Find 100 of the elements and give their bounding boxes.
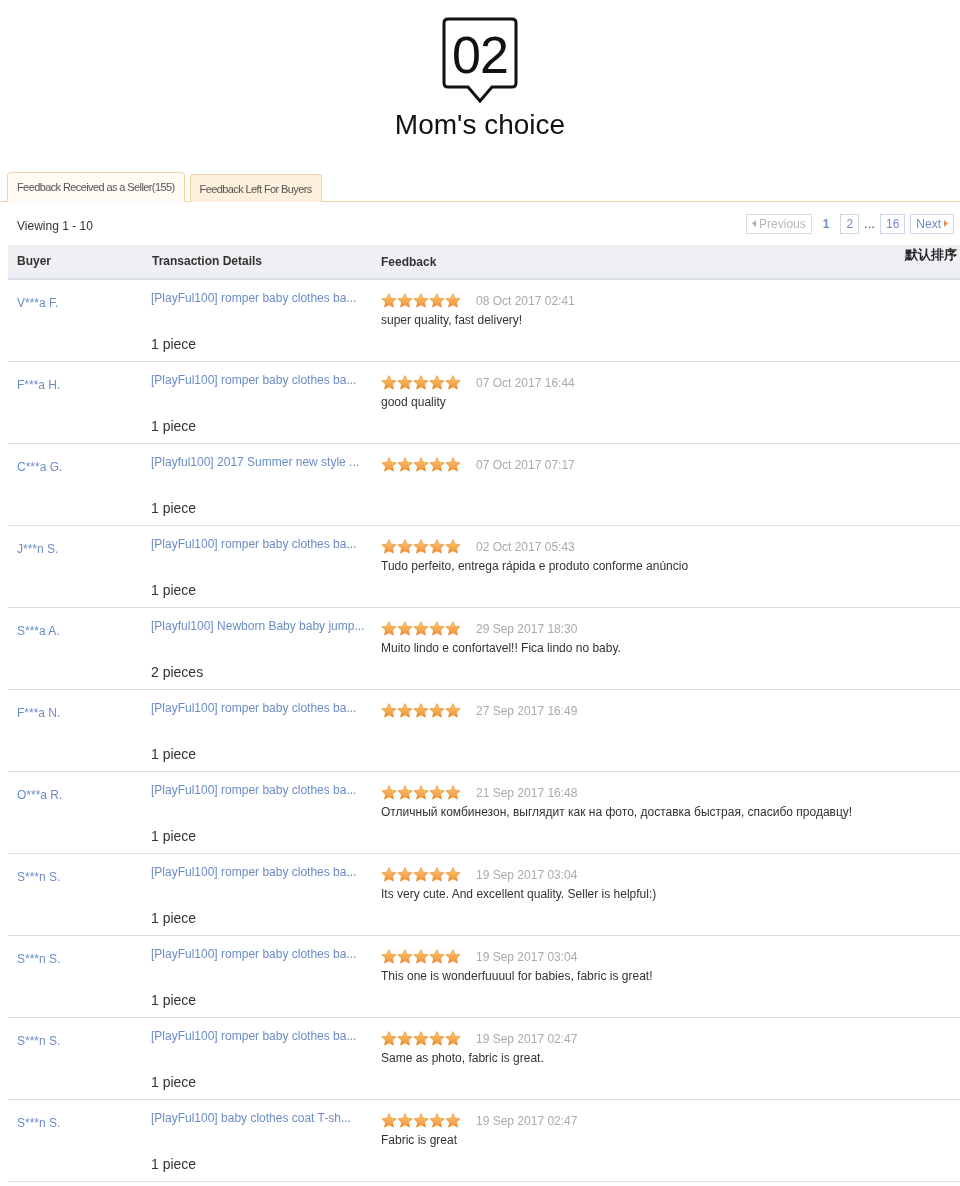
quantity-text: 1 piece — [151, 1074, 198, 1090]
star-icon — [413, 1031, 429, 1046]
star-icon — [413, 375, 429, 390]
star-icon — [397, 457, 413, 472]
star-icon — [381, 949, 397, 964]
feedback-date: 19 Sep 2017 03:04 — [476, 949, 578, 964]
sort-label[interactable]: 默认排序 — [905, 245, 960, 278]
feedback-date: 08 Oct 2017 02:41 — [476, 293, 575, 308]
star-icon — [413, 293, 429, 308]
quantity-text: 1 piece — [151, 746, 198, 762]
feedback-date: 21 Sep 2017 16:48 — [476, 785, 578, 800]
quantity-text: 1 piece — [151, 828, 198, 844]
feedback-date: 07 Oct 2017 07:17 — [476, 457, 575, 472]
star-icon — [397, 785, 413, 800]
product-link[interactable]: [PlayFul100] romper baby clothes ba... — [151, 701, 369, 715]
buyer-name[interactable]: F***a H. — [8, 362, 143, 392]
product-link[interactable]: [PlayFul100] romper baby clothes ba... — [151, 537, 369, 551]
buyer-name[interactable]: J***n S. — [8, 526, 143, 556]
feedback-comment: Its very cute. And excellent quality. Seller is helpful:) — [381, 887, 658, 901]
star-icon — [429, 293, 445, 308]
star-icon — [413, 867, 429, 882]
feedback-comment: Fabric is great — [381, 1133, 459, 1147]
star-icon — [381, 1031, 397, 1046]
buyer-name[interactable]: F***a N. — [8, 690, 143, 720]
star-icon — [413, 621, 429, 636]
feedback-date: 19 Sep 2017 02:47 — [476, 1031, 578, 1046]
page-button[interactable]: 2 — [840, 213, 860, 234]
column-header: Transaction Details — [151, 253, 264, 270]
star-icon — [429, 621, 445, 636]
quantity-text: 1 piece — [151, 1156, 198, 1172]
quantity-text: 1 piece — [151, 582, 198, 598]
column-header: Feedback — [380, 254, 438, 271]
star-icon — [445, 293, 461, 308]
product-link[interactable]: [Playful100] 2017 Summer new style ... — [151, 455, 369, 469]
feedback-comment: Muito lindo e confortavel!! Fica lindo no baby. — [381, 641, 622, 655]
star-icon — [397, 1113, 413, 1128]
star-icon — [445, 375, 461, 390]
feedback-date: 29 Sep 2017 18:30 — [476, 621, 578, 636]
star-icon — [413, 1113, 429, 1128]
buyer-name[interactable]: S***n S. — [8, 854, 143, 884]
product-link[interactable]: [PlayFul100] romper baby clothes ba... — [151, 783, 369, 797]
feedback-comment: super quality, fast delivery! — [381, 313, 524, 327]
quantity-text: 2 pieces — [151, 664, 205, 680]
star-icon — [445, 703, 461, 718]
viewing-count: Viewing 1 - 10 — [17, 218, 93, 233]
product-link[interactable]: [PlayFul100] baby clothes coat T-sh... — [151, 1111, 369, 1125]
quantity-text: 1 piece — [151, 500, 198, 516]
number-badge: 02 — [442, 17, 518, 103]
star-icon — [413, 949, 429, 964]
star-icon — [413, 539, 429, 554]
section-title: Mom's choice — [394, 109, 566, 141]
star-icon — [429, 375, 445, 390]
column-header: Buyer — [16, 253, 52, 270]
star-icon — [429, 1031, 445, 1046]
feedback-date: 27 Sep 2017 16:49 — [476, 703, 578, 718]
star-icon — [429, 457, 445, 472]
star-icon — [429, 949, 445, 964]
product-link[interactable]: [PlayFul100] romper baby clothes ba... — [151, 291, 369, 305]
buyer-name[interactable]: S***n S. — [8, 1018, 143, 1048]
next-button[interactable]: Next — [910, 213, 954, 234]
product-link[interactable]: [Playful100] Newborn Baby baby jump... — [151, 619, 369, 633]
star-icon — [397, 293, 413, 308]
caret-left-icon — [752, 220, 757, 227]
product-link[interactable]: [PlayFul100] romper baby clothes ba... — [151, 1029, 369, 1043]
star-icon — [429, 703, 445, 718]
star-icon — [445, 1113, 461, 1128]
feedback-date: 19 Sep 2017 02:47 — [476, 1113, 578, 1128]
star-icon — [413, 785, 429, 800]
star-icon — [445, 785, 461, 800]
tab[interactable]: Feedback Left For Buyers — [189, 174, 322, 202]
product-link[interactable]: [PlayFul100] romper baby clothes ba... — [151, 865, 369, 879]
star-icon — [397, 1031, 413, 1046]
buyer-name[interactable]: S***a A. — [8, 608, 143, 638]
buyer-name[interactable]: S***n S. — [8, 936, 143, 966]
tab[interactable]: Feedback Received as a Seller(155) — [7, 172, 185, 202]
page-ellipsis: ... — [864, 216, 875, 231]
star-icon — [445, 867, 461, 882]
star-icon — [381, 375, 397, 390]
star-icon — [445, 1031, 461, 1046]
star-icon — [381, 457, 397, 472]
quantity-text: 1 piece — [151, 336, 198, 352]
star-icon — [397, 621, 413, 636]
feedback-comment: Отличный комбинезон, выглядит как на фото, доставка быстрая, спасибо продавцу! — [381, 805, 854, 819]
star-icon — [429, 785, 445, 800]
star-icon — [413, 703, 429, 718]
buyer-name[interactable]: C***a G. — [8, 444, 143, 474]
star-icon — [397, 375, 413, 390]
star-icon — [381, 621, 397, 636]
buyer-name[interactable]: O***a R. — [8, 772, 143, 802]
feedback-comment: good quality — [381, 395, 447, 409]
feedback-date: 02 Oct 2017 05:43 — [476, 539, 575, 554]
product-link[interactable]: [PlayFul100] romper baby clothes ba... — [151, 947, 369, 961]
buyer-name[interactable]: S***n S. — [8, 1100, 143, 1130]
star-icon — [397, 703, 413, 718]
star-icon — [381, 867, 397, 882]
star-icon — [429, 539, 445, 554]
star-icon — [397, 949, 413, 964]
buyer-name[interactable]: V***a F. — [8, 280, 143, 310]
product-link[interactable]: [PlayFul100] romper baby clothes ba... — [151, 373, 369, 387]
page-button[interactable]: 16 — [879, 213, 906, 234]
